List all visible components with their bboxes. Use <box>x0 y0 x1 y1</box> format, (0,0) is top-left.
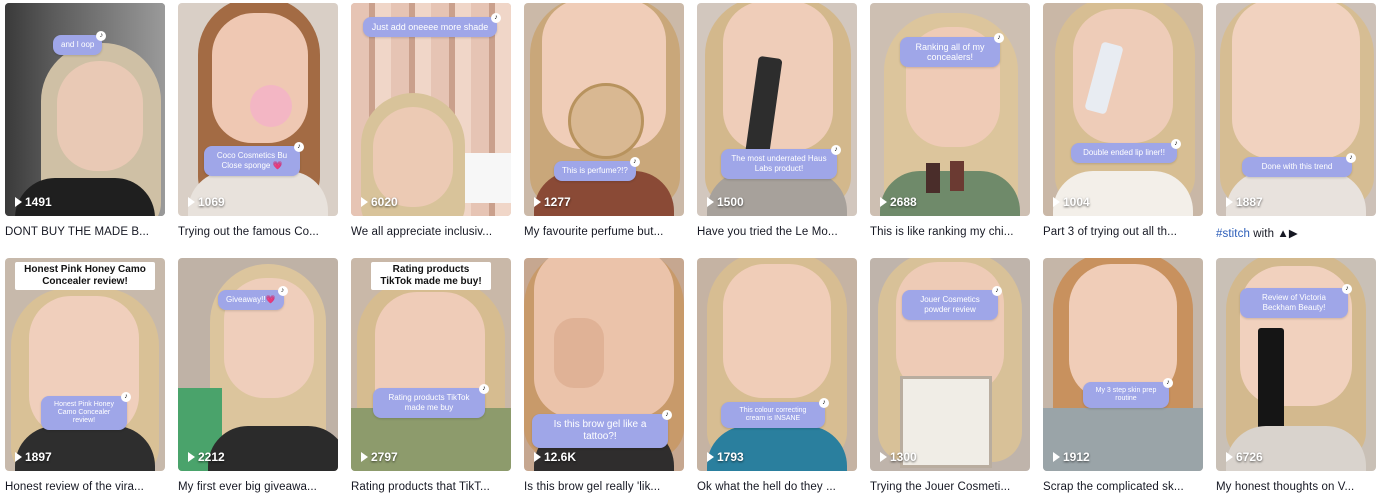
tiktok-logo-icon: ♪ <box>277 286 288 296</box>
video-thumbnail[interactable]: and I oop ♪ 1491 <box>5 3 165 216</box>
play-icon <box>1053 197 1060 207</box>
view-count: 1887 <box>1226 195 1263 209</box>
caption-bubble: Honest Pink Honey Camo Concealer review!… <box>41 392 131 430</box>
tiktok-logo-icon: ♪ <box>491 13 501 23</box>
video-grid: and I oop ♪ 1491 Coco Cosmetics Bu Close … <box>0 0 1382 495</box>
video-thumbnail[interactable]: The most underrated Haus Labs product! ♪ … <box>697 3 857 216</box>
video-description[interactable]: My honest thoughts on V... <box>1216 471 1376 498</box>
view-count: 6726 <box>1226 450 1263 464</box>
caption-bubble: Done with this trend ♪ <box>1242 153 1356 177</box>
view-count: 1500 <box>707 195 744 209</box>
play-icon <box>534 452 541 462</box>
play-icon <box>880 197 887 207</box>
view-count: 1912 <box>1053 450 1090 464</box>
view-count: 1793 <box>707 450 744 464</box>
tiktok-logo-icon: ♪ <box>294 142 304 152</box>
video-thumbnail[interactable]: Double ended lip liner!! ♪ 1004 <box>1043 3 1203 216</box>
play-icon <box>707 197 714 207</box>
video-thumbnail[interactable]: Is this brow gel like a tattoo?! ♪ 12.6K <box>524 258 684 471</box>
caption-bubble: Double ended lip liner!! ♪ <box>1071 139 1181 163</box>
video-description[interactable]: Have you tried the Le Mo... <box>697 216 857 258</box>
play-icon <box>1053 452 1060 462</box>
play-icon <box>188 197 195 207</box>
video-description[interactable]: My favourite perfume but... <box>524 216 684 258</box>
view-count: 2212 <box>188 450 225 464</box>
caption-bubble: Giveaway!!💗 ♪ <box>218 286 288 310</box>
video-thumbnail[interactable]: Rating products TikTok made me buy! Rati… <box>351 258 511 471</box>
view-count: 1069 <box>188 195 225 209</box>
video-description[interactable]: #stitch with ▲▶ <box>1216 216 1376 258</box>
play-icon <box>707 452 714 462</box>
video-thumbnail[interactable]: Coco Cosmetics Bu Close sponge 💗 ♪ 1069 <box>178 3 338 216</box>
caption-bubble: Is this brow gel like a tattoo?! ♪ <box>532 410 672 448</box>
play-icon <box>15 452 22 462</box>
caption-bubble: Coco Cosmetics Bu Close sponge 💗 ♪ <box>204 142 304 176</box>
tiktok-logo-icon: ♪ <box>992 286 1002 296</box>
video-description[interactable]: Ok what the hell do they ... <box>697 471 857 498</box>
tiktok-logo-icon: ♪ <box>1342 284 1352 294</box>
play-icon <box>1226 197 1233 207</box>
video-thumbnail[interactable]: Done with this trend ♪ 1887 <box>1216 3 1376 216</box>
tiktok-logo-icon: ♪ <box>1346 153 1356 163</box>
video-description[interactable]: DONT BUY THE MADE B... <box>5 216 165 258</box>
play-icon <box>361 452 368 462</box>
view-count: 2688 <box>880 195 917 209</box>
video-thumbnail[interactable]: Ranking all of my concealers! ♪ 2688 <box>870 3 1030 216</box>
video-thumbnail[interactable]: Honest Pink Honey Camo Concealer review!… <box>5 258 165 471</box>
play-icon <box>15 197 22 207</box>
video-thumbnail[interactable]: Jouer Cosmetics powder review ♪ 1300 <box>870 258 1030 471</box>
video-description[interactable]: Part 3 of trying out all th... <box>1043 216 1203 258</box>
video-thumbnail[interactable]: This colour correcting cream is INSANE ♪ … <box>697 258 857 471</box>
tiktok-logo-icon: ♪ <box>121 392 131 402</box>
tiktok-logo-icon: ♪ <box>629 157 640 167</box>
view-count: 2797 <box>361 450 398 464</box>
video-thumbnail[interactable]: Just add oneeee more shade ♪ 6020 <box>351 3 511 216</box>
video-description[interactable]: Rating products that TikT... <box>351 471 511 498</box>
video-thumbnail[interactable]: This is perfume?!? ♪ 1277 <box>524 3 684 216</box>
caption-bubble: The most underrated Haus Labs product! ♪ <box>721 145 841 179</box>
view-count: 1491 <box>15 195 52 209</box>
video-description[interactable]: Scrap the complicated sk... <box>1043 471 1203 498</box>
video-thumbnail[interactable]: Review of Victoria Beckham Beauty! ♪ 6726 <box>1216 258 1376 471</box>
view-count: 1277 <box>534 195 571 209</box>
video-description[interactable]: Honest review of the vira... <box>5 471 165 498</box>
tiktok-logo-icon: ♪ <box>1163 378 1173 388</box>
caption-bubble: My 3 step skin prep routine ♪ <box>1083 378 1173 408</box>
caption-bubble: This is perfume?!? ♪ <box>554 157 640 181</box>
caption-bubble: Just add oneeee more shade ♪ <box>363 13 501 37</box>
view-count: 6020 <box>361 195 398 209</box>
play-icon <box>534 197 541 207</box>
play-icon <box>1226 452 1233 462</box>
caption-bubble: Rating products TikTok made me buy ♪ <box>373 384 489 418</box>
play-icon <box>361 197 368 207</box>
caption-bubble: Jouer Cosmetics powder review ♪ <box>902 286 1002 320</box>
caption-bubble: Review of Victoria Beckham Beauty! ♪ <box>1240 284 1352 318</box>
title-banner: Rating products TikTok made me buy! <box>371 262 491 290</box>
caption-bubble: This colour correcting cream is INSANE ♪ <box>721 398 829 428</box>
view-count: 1300 <box>880 450 917 464</box>
video-thumbnail[interactable]: Giveaway!!💗 ♪ 2212 <box>178 258 338 471</box>
video-description[interactable]: My first ever big giveawa... <box>178 471 338 498</box>
caption-bubble: Ranking all of my concealers! ♪ <box>900 33 1004 67</box>
video-description[interactable]: Trying out the famous Co... <box>178 216 338 258</box>
play-icon <box>880 452 887 462</box>
view-count: 12.6K <box>534 450 576 464</box>
tiktok-logo-icon: ♪ <box>819 398 829 408</box>
tiktok-logo-icon: ♪ <box>662 410 672 420</box>
view-count: 1004 <box>1053 195 1090 209</box>
tiktok-logo-icon: ♪ <box>994 33 1004 43</box>
caption-bubble: and I oop ♪ <box>53 31 107 55</box>
video-description[interactable]: This is like ranking my chi... <box>870 216 1030 258</box>
hashtag-link[interactable]: #stitch <box>1216 228 1250 240</box>
play-icon <box>188 452 195 462</box>
video-thumbnail[interactable]: My 3 step skin prep routine ♪ 1912 <box>1043 258 1203 471</box>
video-description[interactable]: Trying the Jouer Cosmeti... <box>870 471 1030 498</box>
tiktok-logo-icon: ♪ <box>1171 139 1181 149</box>
video-description[interactable]: We all appreciate inclusiv... <box>351 216 511 258</box>
view-count: 1897 <box>15 450 52 464</box>
tiktok-logo-icon: ♪ <box>479 384 489 394</box>
video-description[interactable]: Is this brow gel really 'lik... <box>524 471 684 498</box>
title-banner: Honest Pink Honey Camo Concealer review! <box>15 262 155 290</box>
tiktok-logo-icon: ♪ <box>831 145 841 155</box>
